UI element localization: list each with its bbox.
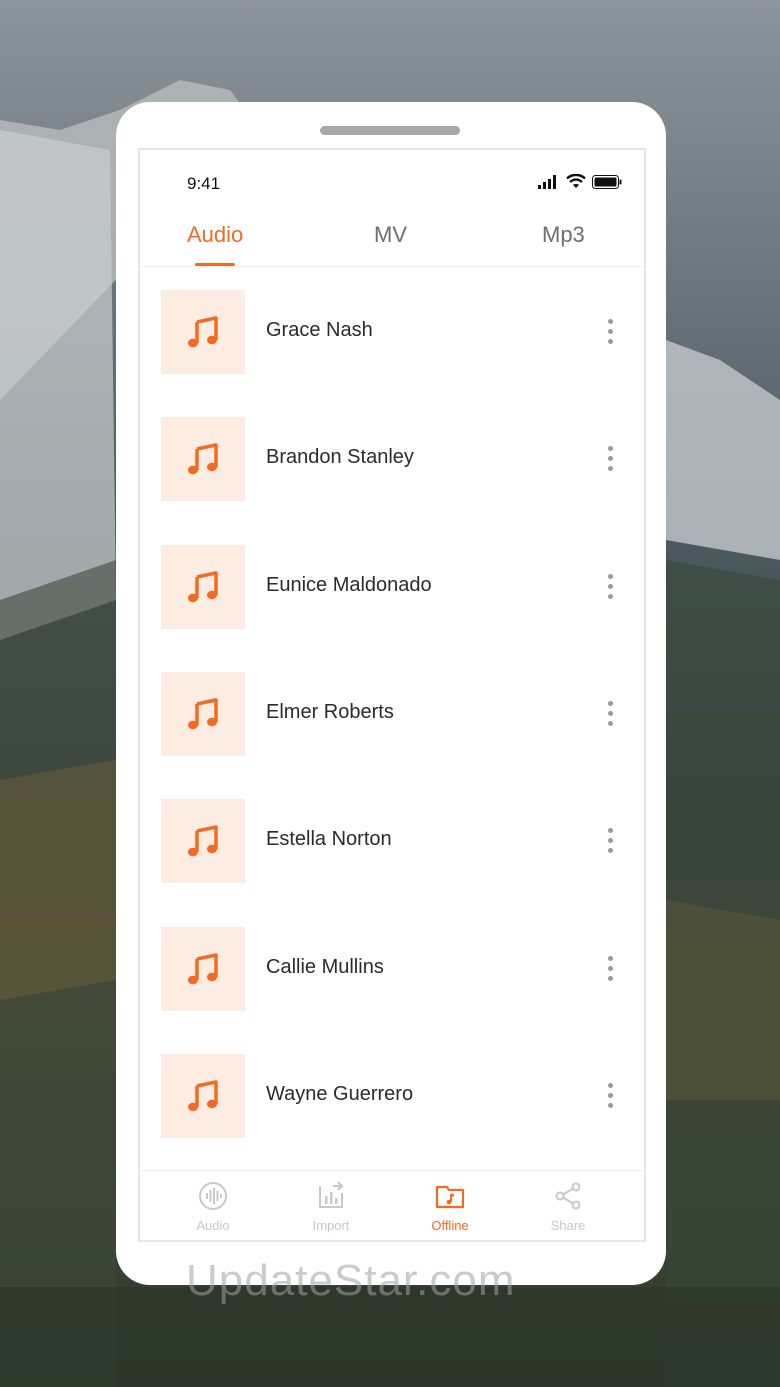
- more-options-icon[interactable]: [606, 1083, 614, 1111]
- list-item[interactable]: Elmer Roberts: [140, 672, 644, 758]
- watermark-text: UpdateStar.com: [186, 1256, 516, 1305]
- wifi-icon: [566, 174, 586, 188]
- list-item[interactable]: Wayne Guerrero: [140, 1054, 644, 1140]
- tab-mv[interactable]: MV: [374, 222, 407, 248]
- music-note-icon: [188, 698, 218, 730]
- track-thumbnail: [161, 672, 245, 756]
- track-name: Callie Mullins: [266, 956, 384, 978]
- list-item[interactable]: Callie Mullins: [140, 927, 644, 1013]
- active-tab-indicator: [195, 263, 235, 266]
- more-options-icon[interactable]: [606, 574, 614, 602]
- track-name: Grace Nash: [266, 319, 373, 341]
- nav-import-label: Import: [312, 1218, 350, 1233]
- more-options-icon[interactable]: [606, 319, 614, 347]
- battery-icon: [592, 174, 622, 189]
- track-thumbnail: [161, 1054, 245, 1138]
- import-chart-icon: [319, 1181, 344, 1208]
- list-item[interactable]: Grace Nash: [140, 290, 644, 376]
- track-name: Eunice Maldonado: [266, 574, 432, 596]
- music-note-icon: [188, 825, 218, 857]
- track-name: Elmer Roberts: [266, 701, 394, 723]
- track-name: Brandon Stanley: [266, 446, 414, 468]
- tab-mp3[interactable]: Mp3: [542, 222, 585, 248]
- list-item[interactable]: Brandon Stanley: [140, 417, 644, 503]
- music-note-icon: [188, 571, 218, 603]
- more-options-icon[interactable]: [606, 701, 614, 729]
- track-thumbnail: [161, 290, 245, 374]
- share-icon: [555, 1182, 581, 1210]
- status-bar: 9:41: [140, 150, 644, 210]
- nav-offline-label: Offline: [431, 1218, 469, 1233]
- phone-frame: 9:41 Audio MV Mp3 Grace Nash Brandon Sta…: [116, 102, 666, 1285]
- waveform-icon: [199, 1182, 227, 1210]
- app-screen: 9:41 Audio MV Mp3 Grace Nash Brandon Sta…: [138, 148, 646, 1242]
- nav-offline[interactable]: Offline: [405, 1181, 495, 1233]
- tab-bar: Audio MV Mp3: [140, 216, 644, 267]
- list-item[interactable]: Estella Norton: [140, 799, 644, 885]
- nav-share[interactable]: Share: [523, 1181, 613, 1233]
- track-name: Estella Norton: [266, 828, 392, 850]
- music-note-icon: [188, 953, 218, 985]
- list-item[interactable]: Eunice Maldonado: [140, 545, 644, 631]
- track-thumbnail: [161, 417, 245, 501]
- tab-audio[interactable]: Audio: [187, 222, 243, 248]
- track-thumbnail: [161, 927, 245, 1011]
- more-options-icon[interactable]: [606, 956, 614, 984]
- track-thumbnail: [161, 799, 245, 883]
- device-speaker-notch: [320, 126, 460, 135]
- music-note-icon: [188, 1080, 218, 1112]
- music-note-icon: [188, 443, 218, 475]
- bottom-navigation: Audio Import Offline Share: [140, 1170, 644, 1240]
- nav-audio[interactable]: Audio: [168, 1181, 258, 1233]
- more-options-icon[interactable]: [606, 828, 614, 856]
- nav-import[interactable]: Import: [286, 1181, 376, 1233]
- signal-icon: [538, 174, 556, 189]
- music-folder-icon: [435, 1185, 465, 1209]
- music-note-icon: [188, 316, 218, 348]
- track-thumbnail: [161, 545, 245, 629]
- more-options-icon[interactable]: [606, 446, 614, 474]
- track-name: Wayne Guerrero: [266, 1083, 414, 1105]
- status-time: 9:41: [187, 174, 221, 193]
- nav-share-label: Share: [550, 1218, 586, 1233]
- nav-audio-label: Audio: [196, 1218, 230, 1233]
